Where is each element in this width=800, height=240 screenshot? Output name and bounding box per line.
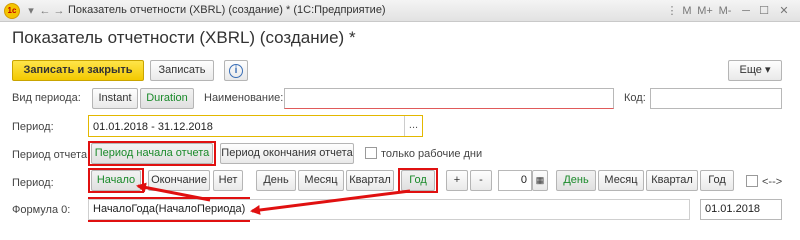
arrow-to-formula <box>250 189 411 215</box>
arrow-to-start <box>136 182 211 202</box>
annotation-arrows <box>136 182 411 215</box>
